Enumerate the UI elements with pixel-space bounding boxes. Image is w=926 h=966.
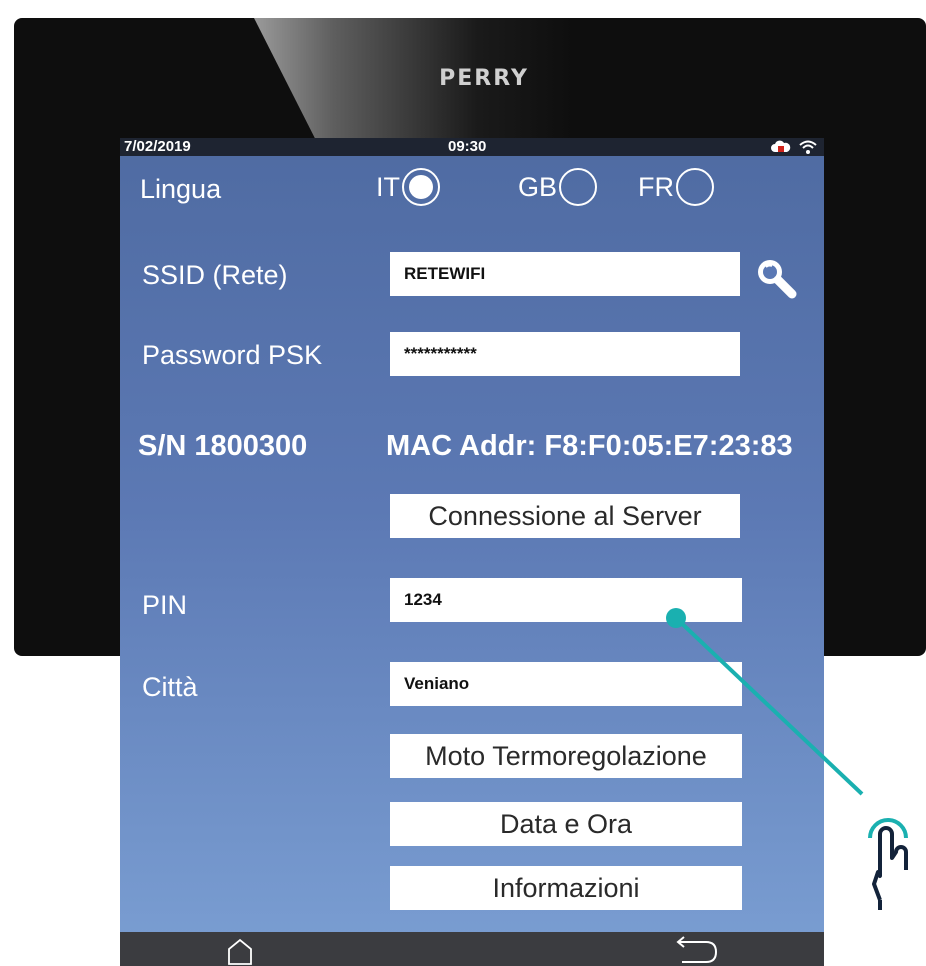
date-time-button[interactable]: Data e Ora bbox=[390, 802, 742, 846]
info-button[interactable]: Informazioni bbox=[390, 866, 742, 910]
thermoregulation-button[interactable]: Moto Termoregolazione bbox=[390, 734, 742, 778]
city-input[interactable]: Veniano bbox=[390, 662, 742, 706]
radio-gb[interactable] bbox=[559, 168, 598, 206]
wifi-icon bbox=[799, 140, 817, 154]
ssid-label: SSID (Rete) bbox=[142, 260, 288, 290]
language-code-gb: GB bbox=[518, 171, 558, 202]
password-input[interactable]: *********** bbox=[390, 332, 740, 376]
search-icon[interactable] bbox=[752, 254, 800, 302]
radio-fr[interactable] bbox=[676, 168, 714, 206]
hand-icon bbox=[868, 818, 908, 910]
back-icon[interactable] bbox=[672, 936, 720, 966]
brand-logo: PERRY bbox=[439, 66, 529, 91]
password-label: Password PSK bbox=[142, 340, 323, 370]
mac-address: MAC Addr: F8:F0:05:E7:23:83 bbox=[386, 430, 793, 462]
status-bar: 7/02/2019 09:30 bbox=[120, 138, 824, 156]
language-label: Lingua bbox=[140, 174, 222, 204]
serial-number: S/N 1800300 bbox=[138, 430, 308, 462]
cloud-icon bbox=[771, 140, 791, 152]
language-option-it[interactable]: IT bbox=[376, 168, 440, 206]
device-screen: 7/02/2019 09:30 Lingua IT GB FR SSID (Re… bbox=[120, 138, 824, 966]
radio-it[interactable] bbox=[402, 168, 440, 206]
navigation-bar bbox=[120, 932, 824, 966]
language-code-it: IT bbox=[376, 171, 400, 202]
pin-input[interactable]: 1234 bbox=[390, 578, 742, 622]
pin-label: PIN bbox=[142, 590, 188, 620]
status-date: 7/02/2019 bbox=[124, 138, 191, 155]
language-code-fr: FR bbox=[638, 171, 674, 202]
home-icon[interactable] bbox=[226, 936, 254, 966]
language-option-gb[interactable]: GB bbox=[518, 168, 598, 206]
city-label: Città bbox=[142, 672, 198, 702]
ssid-input[interactable]: RETEWIFI bbox=[390, 252, 740, 296]
language-option-fr[interactable]: FR bbox=[638, 168, 714, 206]
server-connect-button[interactable]: Connessione al Server bbox=[390, 494, 740, 538]
status-time: 09:30 bbox=[448, 138, 487, 155]
